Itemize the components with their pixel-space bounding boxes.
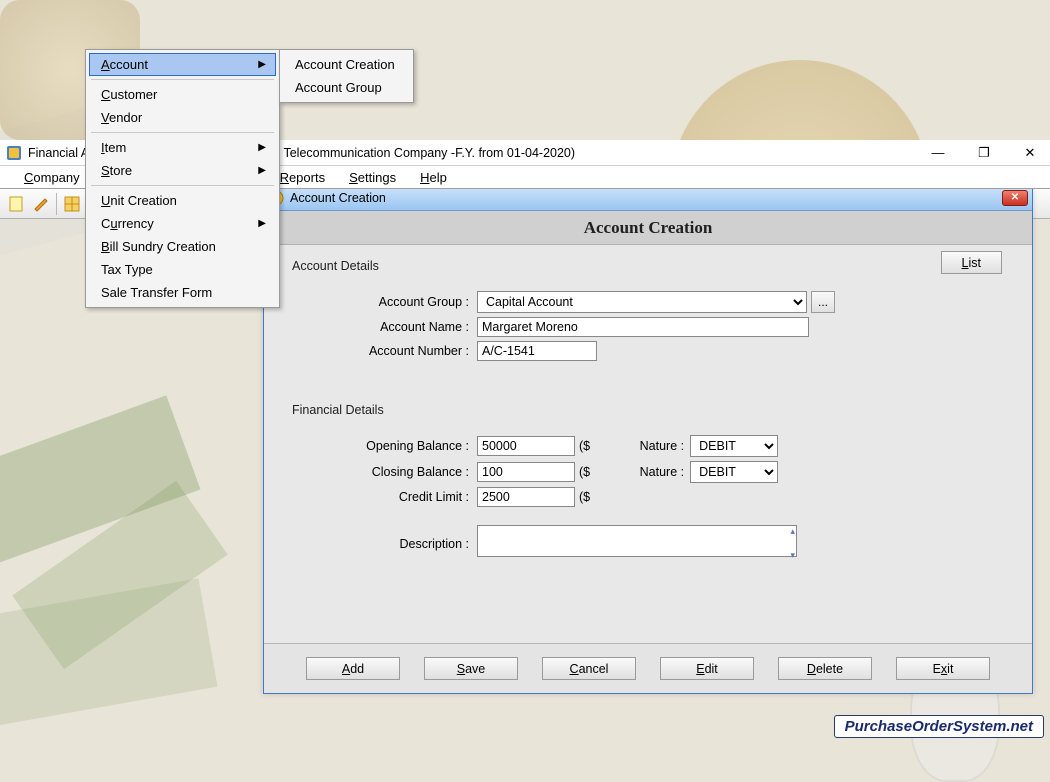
label-opening-balance: Opening Balance : bbox=[342, 439, 477, 453]
scroll-down-icon[interactable]: ▾ bbox=[790, 550, 795, 561]
menu-item-vendor[interactable]: Vendor bbox=[89, 106, 276, 129]
menu-item-unit-creation[interactable]: Unit Creation bbox=[89, 189, 276, 212]
cancel-button[interactable]: Cancel bbox=[542, 657, 636, 680]
list-button[interactable]: List bbox=[941, 251, 1002, 274]
app-icon bbox=[6, 145, 22, 161]
toolbar-edit-icon[interactable] bbox=[30, 193, 52, 215]
dialog-header: Account Creation bbox=[264, 211, 1032, 245]
menu-item-sale-transfer[interactable]: Sale Transfer Form bbox=[89, 281, 276, 304]
chevron-right-icon: ▶ bbox=[258, 165, 266, 176]
toolbar-grid-icon[interactable] bbox=[61, 193, 83, 215]
account-creation-dialog: Account Creation ✕ Account Creation List… bbox=[263, 184, 1033, 694]
add-button[interactable]: Add bbox=[306, 657, 400, 680]
account-name-input[interactable] bbox=[477, 317, 809, 337]
menu-help[interactable]: Help bbox=[410, 168, 457, 187]
label-closing-balance: Closing Balance : bbox=[342, 465, 477, 479]
menu-item-bill-sundry[interactable]: Bill Sundry Creation bbox=[89, 235, 276, 258]
chevron-right-icon: ▶ bbox=[258, 142, 266, 153]
nature-1-select[interactable]: DEBIT bbox=[690, 435, 778, 457]
menu-item-item[interactable]: Item▶ bbox=[89, 136, 276, 159]
toolbar-new-icon[interactable] bbox=[6, 193, 28, 215]
credit-limit-input[interactable] bbox=[477, 487, 575, 507]
account-group-select[interactable]: Capital Account bbox=[477, 291, 807, 313]
menu-separator bbox=[91, 132, 274, 133]
menu-item-account[interactable]: Account▶ bbox=[89, 53, 276, 76]
label-credit-limit: Credit Limit : bbox=[342, 490, 477, 504]
nature-2-select[interactable]: DEBIT bbox=[690, 461, 778, 483]
closing-balance-input[interactable] bbox=[477, 462, 575, 482]
label-account-name: Account Name : bbox=[342, 320, 477, 334]
edit-button[interactable]: Edit bbox=[660, 657, 754, 680]
exit-button[interactable]: Exit bbox=[896, 657, 990, 680]
masters-dropdown: Account▶ Customer Vendor Item▶ Store▶ Un… bbox=[85, 49, 280, 308]
save-button[interactable]: Save bbox=[424, 657, 518, 680]
section-account-details: Account Details bbox=[292, 259, 1004, 273]
account-group-browse-button[interactable]: ... bbox=[811, 291, 835, 313]
menu-item-tax-type[interactable]: Tax Type bbox=[89, 258, 276, 281]
maximize-button[interactable]: ❐ bbox=[970, 145, 998, 161]
submenu-account-creation[interactable]: Account Creation bbox=[283, 53, 410, 76]
currency-suffix: ($ bbox=[579, 439, 590, 453]
close-button[interactable]: ✕ bbox=[1016, 145, 1044, 161]
delete-button[interactable]: Delete bbox=[778, 657, 872, 680]
label-nature-1: Nature : bbox=[630, 439, 690, 453]
section-financial-details: Financial Details bbox=[292, 403, 1004, 417]
chevron-right-icon: ▶ bbox=[258, 218, 266, 229]
currency-suffix: ($ bbox=[579, 490, 590, 504]
menu-item-currency[interactable]: Currency▶ bbox=[89, 212, 276, 235]
label-description: Description : bbox=[342, 537, 477, 551]
label-nature-2: Nature : bbox=[630, 465, 690, 479]
scroll-up-icon[interactable]: ▴ bbox=[790, 526, 795, 537]
toolbar-divider bbox=[56, 193, 57, 215]
menu-separator bbox=[91, 79, 274, 80]
minimize-button[interactable]: — bbox=[924, 145, 952, 161]
dialog-title: Account Creation bbox=[290, 191, 386, 205]
menu-separator bbox=[91, 185, 274, 186]
submenu-account-group[interactable]: Account Group bbox=[283, 76, 410, 99]
label-account-number: Account Number : bbox=[342, 344, 477, 358]
menu-settings[interactable]: Settings bbox=[339, 168, 406, 187]
menu-item-customer[interactable]: Customer bbox=[89, 83, 276, 106]
account-number-input[interactable] bbox=[477, 341, 597, 361]
dialog-close-button[interactable]: ✕ bbox=[1002, 190, 1028, 206]
label-account-group: Account Group : bbox=[342, 295, 477, 309]
chevron-right-icon: ▶ bbox=[258, 59, 266, 70]
account-submenu: Account Creation Account Group bbox=[279, 49, 414, 103]
currency-suffix: ($ bbox=[579, 465, 590, 479]
watermark: PurchaseOrderSystem.net bbox=[834, 715, 1044, 738]
dialog-footer: Add Save Cancel Edit Delete Exit bbox=[264, 643, 1032, 693]
menu-item-store[interactable]: Store▶ bbox=[89, 159, 276, 182]
menu-company[interactable]: Company bbox=[14, 168, 90, 187]
opening-balance-input[interactable] bbox=[477, 436, 575, 456]
description-textarea[interactable] bbox=[477, 525, 797, 557]
